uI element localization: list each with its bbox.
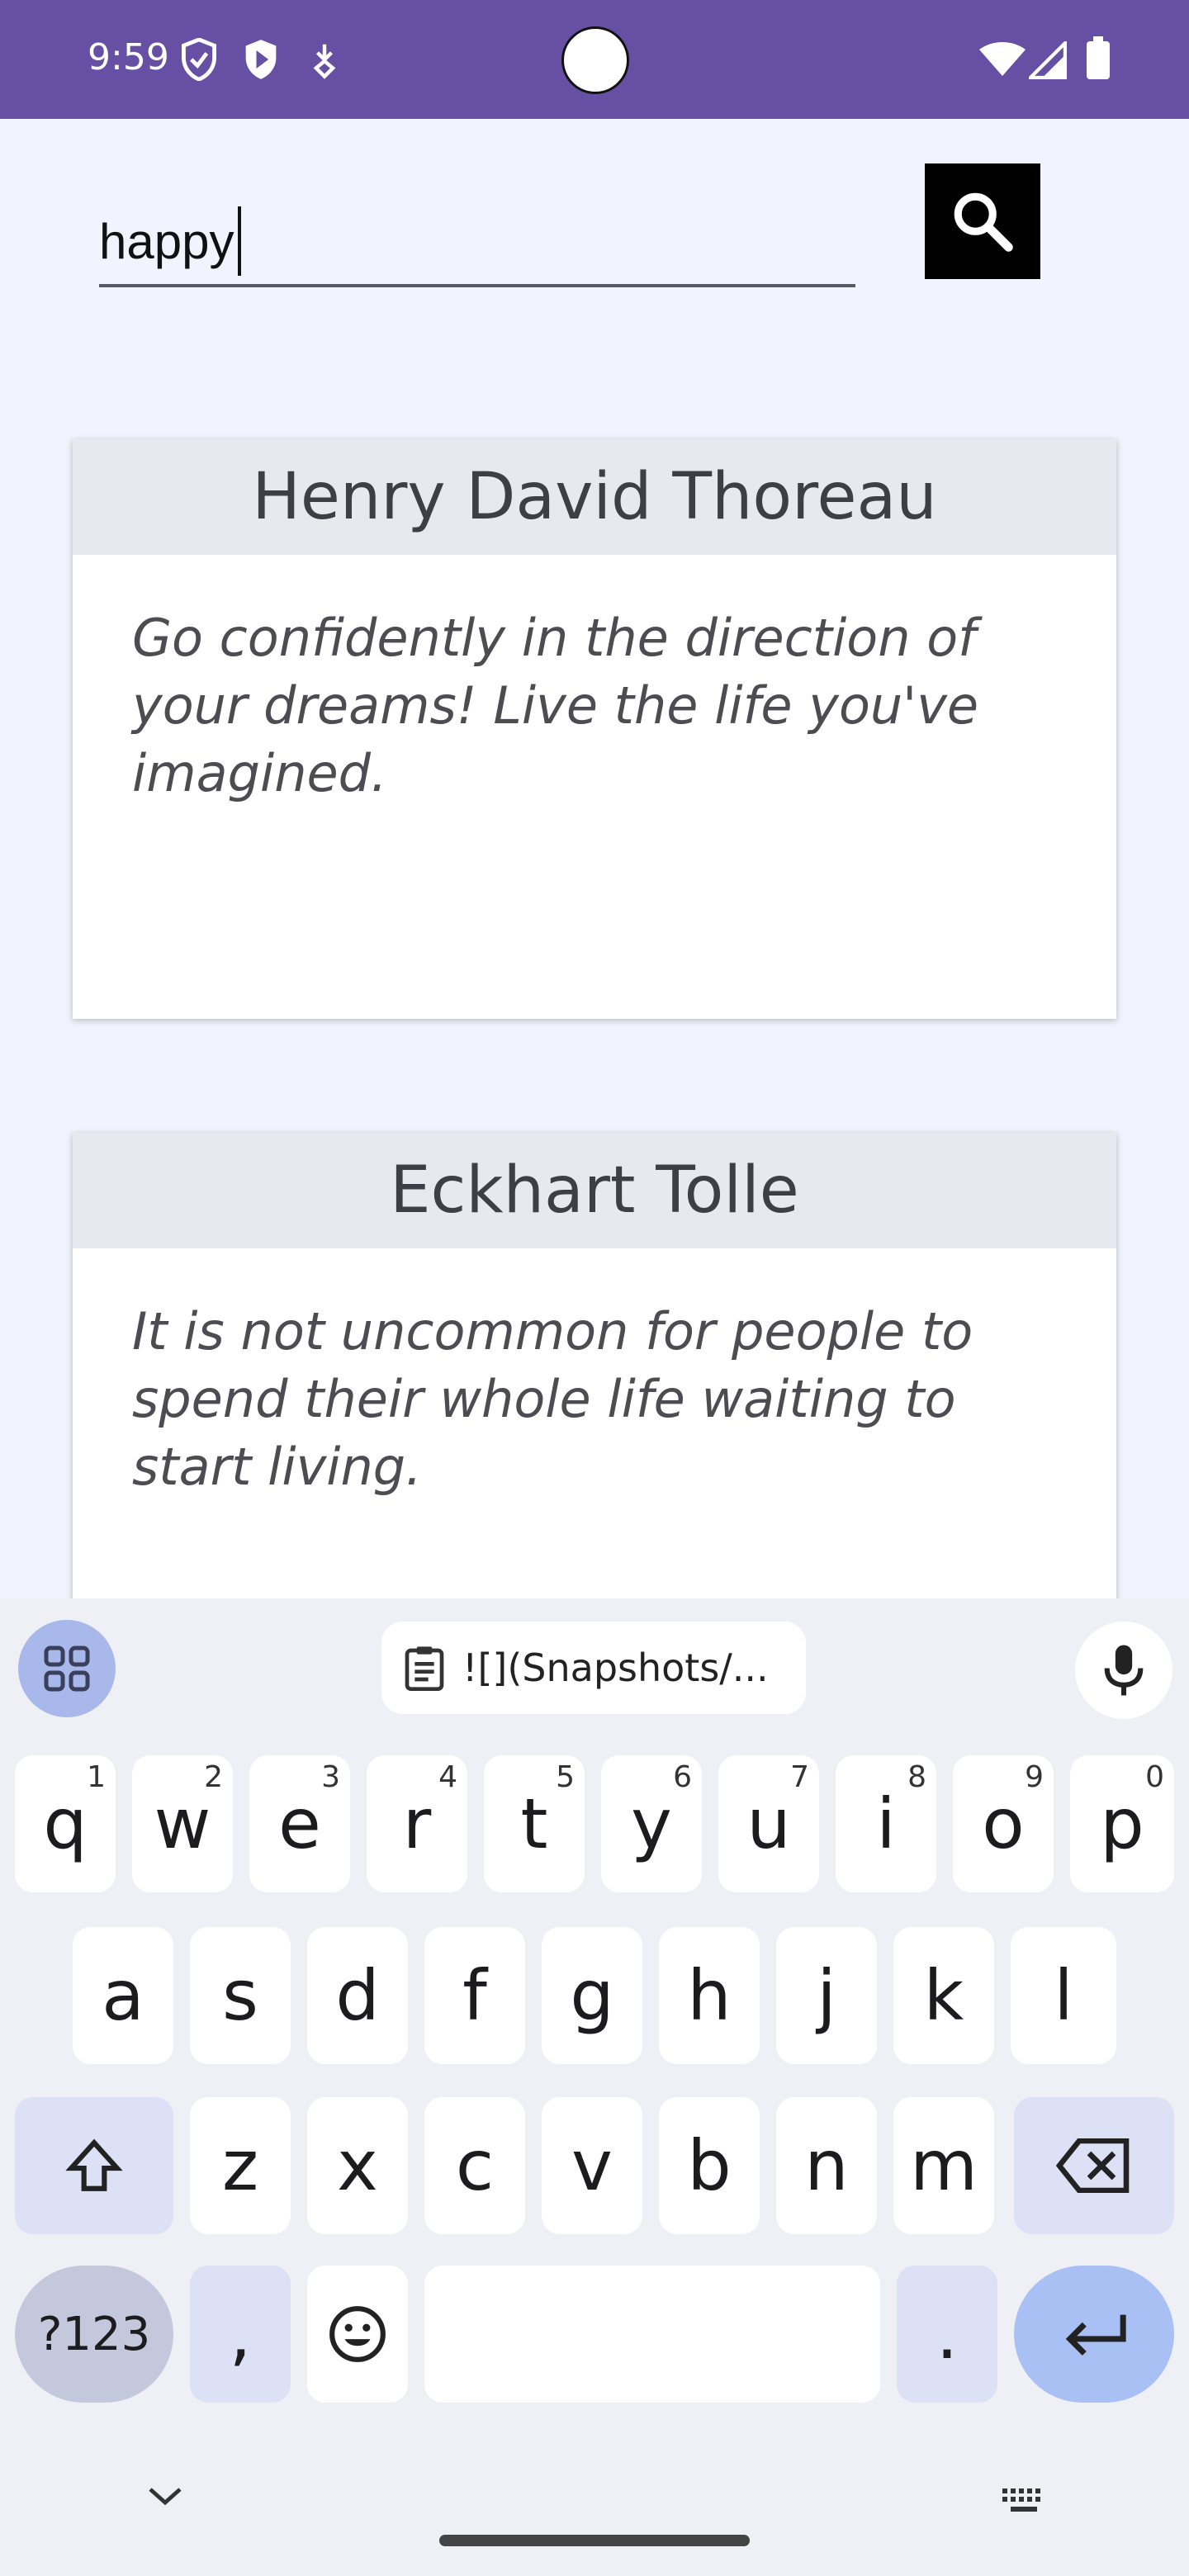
enter-arrow-icon: [1065, 2314, 1126, 2356]
key-e[interactable]: e3: [249, 1755, 350, 1892]
quote-card: Eckhart Tolle It is not uncommon for peo…: [73, 1133, 1116, 1628]
key-p[interactable]: p0: [1070, 1755, 1174, 1892]
battery-icon: [1087, 36, 1110, 79]
key-m[interactable]: m: [893, 2097, 994, 2234]
key-w[interactable]: w2: [132, 1755, 233, 1892]
apps-grid-icon: [44, 1646, 90, 1692]
play-protect-icon: [245, 40, 277, 79]
key-hint: 7: [790, 1760, 809, 1794]
key-h[interactable]: h: [659, 1927, 760, 2064]
key-hint: 4: [438, 1760, 457, 1794]
key-l[interactable]: l: [1011, 1927, 1116, 2064]
camera-cutout: [561, 26, 629, 94]
status-bar: 9:59: [0, 0, 1189, 119]
key-d[interactable]: d: [307, 1927, 408, 2064]
quote-text: Go confidently in the direction of your …: [132, 608, 979, 803]
backspace-key[interactable]: [1014, 2097, 1174, 2234]
key-hint: 3: [321, 1760, 340, 1794]
wifi-icon: [979, 42, 1026, 76]
search-button[interactable]: [925, 163, 1040, 279]
symbols-key[interactable]: ?123: [15, 2266, 173, 2403]
key-hint: 1: [87, 1760, 106, 1794]
emoji-icon: [329, 2306, 386, 2362]
key-hint: 2: [204, 1760, 223, 1794]
key-n[interactable]: n: [776, 2097, 877, 2234]
key-label: w: [154, 1783, 211, 1864]
key-hint: 6: [673, 1760, 692, 1794]
clipboard-text: ![](Snapshots/...: [462, 1646, 769, 1690]
key-t[interactable]: t5: [484, 1755, 585, 1892]
voice-input-button[interactable]: [1075, 1622, 1172, 1719]
key-label: u: [746, 1783, 791, 1864]
key-g[interactable]: g: [542, 1927, 642, 2064]
download-icon: [313, 44, 336, 79]
keyboard-switch-icon[interactable]: [1001, 2487, 1047, 2515]
key-v[interactable]: v: [542, 2097, 642, 2234]
key-label: t: [520, 1783, 548, 1864]
key-label: r: [402, 1783, 432, 1864]
comma-key[interactable]: ,: [190, 2266, 291, 2403]
key-hint: 9: [1025, 1760, 1044, 1794]
key-u[interactable]: u7: [718, 1755, 819, 1892]
key-q[interactable]: q1: [15, 1755, 116, 1892]
microphone-icon: [1104, 1645, 1144, 1696]
key-f[interactable]: f: [424, 1927, 525, 2064]
keyboard-toolbar: ![](Snapshots/...: [0, 1598, 1189, 1719]
key-hint: 0: [1145, 1760, 1164, 1794]
emoji-key[interactable]: [307, 2266, 408, 2403]
shift-icon: [65, 2138, 123, 2191]
clipboard-icon: [405, 1646, 444, 1691]
key-label: y: [631, 1783, 672, 1864]
shield-icon: [182, 38, 216, 81]
key-hint: 5: [556, 1760, 575, 1794]
key-label: e: [278, 1783, 321, 1864]
key-b[interactable]: b: [659, 2097, 760, 2234]
key-c[interactable]: c: [424, 2097, 525, 2234]
key-label: o: [982, 1783, 1025, 1864]
key-o[interactable]: o9: [953, 1755, 1054, 1892]
quote-author: Eckhart Tolle: [73, 1133, 1116, 1248]
key-j[interactable]: j: [776, 1927, 877, 2064]
key-x[interactable]: x: [307, 2097, 408, 2234]
period-key[interactable]: .: [897, 2266, 997, 2403]
key-r[interactable]: r4: [367, 1755, 467, 1892]
enter-key[interactable]: [1014, 2266, 1174, 2403]
status-time: 9:59: [88, 36, 169, 78]
key-a[interactable]: a: [73, 1927, 173, 2064]
shift-key[interactable]: [15, 2097, 173, 2234]
gesture-nav-handle[interactable]: [439, 2535, 750, 2546]
key-s[interactable]: s: [190, 1927, 291, 2064]
key-i[interactable]: i8: [836, 1755, 936, 1892]
quote-author: Henry David Thoreau: [73, 439, 1116, 555]
key-hint: 8: [907, 1760, 926, 1794]
search-icon: [954, 192, 1013, 252]
quote-text: It is not uncommon for people to spend t…: [132, 1301, 973, 1497]
clipboard-suggestion[interactable]: ![](Snapshots/...: [381, 1622, 806, 1714]
apps-grid-button[interactable]: [18, 1620, 116, 1717]
key-label: q: [43, 1783, 88, 1864]
chevron-down-icon[interactable]: [145, 2484, 185, 2508]
key-label: i: [876, 1783, 896, 1864]
backspace-icon: [1056, 2138, 1130, 2193]
key-label: p: [1100, 1783, 1144, 1864]
search-input[interactable]: [99, 198, 855, 287]
cell-signal-icon: [1029, 41, 1067, 79]
key-y[interactable]: y6: [601, 1755, 702, 1892]
key-z[interactable]: z: [190, 2097, 291, 2234]
soft-keyboard: ![](Snapshots/... q1 w2 e3 r4 t5 y6 u7 i…: [0, 1598, 1189, 2576]
quote-card: Henry David Thoreau Go confidently in th…: [73, 439, 1116, 1019]
key-k[interactable]: k: [893, 1927, 994, 2064]
text-cursor: [238, 206, 241, 276]
space-key[interactable]: [424, 2266, 880, 2403]
